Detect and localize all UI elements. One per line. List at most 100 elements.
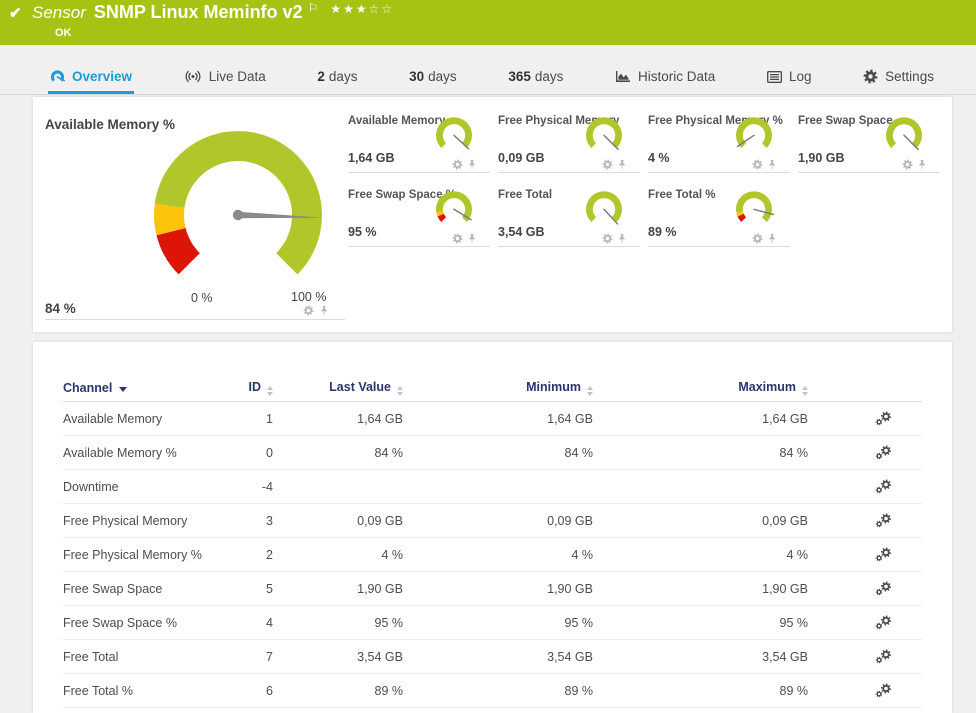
channel-last-value: 3,54 GB bbox=[357, 649, 403, 664]
gear-icon[interactable] bbox=[602, 233, 613, 244]
tab-log[interactable]: Log bbox=[765, 62, 814, 94]
channel-maximum: 1,90 GB bbox=[762, 581, 808, 596]
column-header-last[interactable]: Last Value bbox=[273, 380, 403, 396]
pin-icon[interactable] bbox=[767, 159, 777, 170]
column-header-max[interactable]: Maximum bbox=[593, 380, 808, 396]
channel-maximum: 1,64 GB bbox=[762, 411, 808, 426]
gear-icon[interactable] bbox=[752, 159, 763, 170]
channel-settings-icon[interactable] bbox=[875, 547, 892, 562]
channel-settings-icon[interactable] bbox=[875, 513, 892, 528]
channel-minimum: 89 % bbox=[564, 683, 594, 698]
tab-label: days bbox=[428, 69, 457, 84]
rating-stars[interactable]: ★★★☆☆ bbox=[330, 2, 394, 16]
pin-icon[interactable] bbox=[617, 159, 627, 170]
mini-gauge-free-physical-memory-pct bbox=[730, 112, 778, 162]
tab-overview[interactable]: Overview bbox=[48, 62, 135, 94]
mini-gauge-value: 3,54 GB bbox=[498, 225, 545, 239]
gear-icon[interactable] bbox=[902, 159, 913, 170]
channel-maximum: 3,54 GB bbox=[762, 649, 808, 664]
channel-settings-icon[interactable] bbox=[875, 445, 892, 460]
mini-gauge-value: 4 % bbox=[648, 151, 670, 165]
channel-maximum: 89 % bbox=[779, 683, 809, 698]
flag-icon[interactable]: ⚐ bbox=[308, 1, 319, 15]
column-header-name[interactable]: Channel bbox=[63, 381, 223, 395]
channel-last-value: 4 % bbox=[381, 547, 403, 562]
chart-icon bbox=[615, 70, 631, 83]
pin-icon[interactable] bbox=[917, 159, 927, 170]
gauge-min-label: 0 % bbox=[191, 291, 213, 305]
channel-id: 5 bbox=[266, 581, 273, 596]
gauge-max-label: 100 % bbox=[291, 290, 327, 304]
primary-gauge-card: Available Memory % 0 % 100 % 84 % bbox=[45, 109, 345, 320]
channel-minimum: 95 % bbox=[564, 615, 594, 630]
gear-icon[interactable] bbox=[452, 159, 463, 170]
channels-panel: Channel ID Last Value Minimum Maximum Availa… bbox=[33, 342, 952, 713]
pin-icon[interactable] bbox=[319, 305, 329, 316]
channel-name: Free Swap Space bbox=[63, 581, 163, 596]
channel-id: 7 bbox=[266, 649, 273, 664]
tab-label: Log bbox=[788, 69, 812, 84]
channel-last-value: 89 % bbox=[374, 683, 404, 698]
mini-gauge-value: 1,64 GB bbox=[348, 151, 395, 165]
channel-settings-icon[interactable] bbox=[875, 649, 892, 664]
gear-icon[interactable] bbox=[752, 233, 763, 244]
tab-number: 30 bbox=[409, 69, 425, 84]
object-kind-label: Sensor bbox=[32, 3, 86, 22]
pin-icon[interactable] bbox=[767, 233, 777, 244]
pin-icon[interactable] bbox=[467, 159, 477, 170]
tab-historic-data[interactable]: Historic Data bbox=[613, 62, 717, 94]
column-header-min[interactable]: Minimum bbox=[403, 380, 593, 396]
broadcast-icon bbox=[184, 70, 202, 83]
sort-desc-icon bbox=[119, 386, 128, 392]
sensor-status-header: ✔ Sensor SNMP Linux Meminfo v2 ⚐ ★★★☆☆ O… bbox=[0, 0, 976, 45]
primary-gauge-value: 84 % bbox=[45, 301, 76, 316]
column-label: Channel bbox=[63, 380, 113, 395]
tab-2-days[interactable]: 2 days bbox=[315, 62, 359, 94]
column-label: Last Value bbox=[329, 379, 391, 394]
channel-minimum: 4 % bbox=[571, 547, 593, 562]
status-badge: OK bbox=[55, 27, 72, 39]
mini-gauge-card-free-physical-memory: Free Physical Memory 0,09 GB bbox=[498, 109, 640, 173]
mini-gauge-card-available-memory: Available Memory 1,64 GB bbox=[348, 109, 490, 173]
channel-settings-icon[interactable] bbox=[875, 411, 892, 426]
tab-365-days[interactable]: 365 days bbox=[506, 62, 565, 94]
mini-gauge-card-free-swap-space: Free Swap Space 1,90 GB bbox=[798, 109, 940, 173]
gear-icon[interactable] bbox=[303, 305, 314, 316]
table-row: Free Swap Space % 4 95 % 95 % 95 % bbox=[63, 606, 922, 640]
mini-gauge-card-free-swap-space-pct: Free Swap Space % 95 % bbox=[348, 183, 490, 247]
pin-icon[interactable] bbox=[467, 233, 477, 244]
tab-30-days[interactable]: 30 days bbox=[407, 62, 459, 94]
tab-live-data[interactable]: Live Data bbox=[182, 62, 268, 94]
column-header-id[interactable]: ID bbox=[223, 380, 273, 396]
mini-gauge-value: 95 % bbox=[348, 225, 377, 239]
table-row: Free Swap Space 5 1,90 GB 1,90 GB 1,90 GB bbox=[63, 572, 922, 606]
channel-id: 1 bbox=[266, 411, 273, 426]
channel-name: Free Physical Memory bbox=[63, 513, 188, 528]
channel-settings-icon[interactable] bbox=[875, 479, 892, 494]
tab-number: 2 bbox=[317, 69, 325, 84]
table-row: Available Memory % 0 84 % 84 % 84 % bbox=[63, 436, 922, 470]
channel-name: Available Memory % bbox=[63, 445, 177, 460]
channel-minimum: 3,54 GB bbox=[547, 649, 593, 664]
mini-gauge-value: 89 % bbox=[648, 225, 677, 239]
mini-gauge-card-free-total: Free Total 3,54 GB bbox=[498, 183, 640, 247]
gear-icon[interactable] bbox=[452, 233, 463, 244]
channel-settings-icon[interactable] bbox=[875, 615, 892, 630]
pin-icon[interactable] bbox=[617, 233, 627, 244]
gear-icon bbox=[863, 69, 878, 84]
channel-last-value: 1,64 GB bbox=[357, 411, 403, 426]
tab-bar: Overview Live Data 2 days 30 days 365 days Histo… bbox=[0, 62, 976, 95]
tab-settings[interactable]: Settings bbox=[861, 62, 936, 94]
tab-label: Settings bbox=[885, 69, 934, 84]
tab-number: 365 bbox=[508, 69, 531, 84]
channel-settings-icon[interactable] bbox=[875, 683, 892, 698]
table-row: Available Memory 1 1,64 GB 1,64 GB 1,64 GB bbox=[63, 402, 922, 436]
mini-gauge-free-swap-space bbox=[880, 112, 928, 162]
tab-label: Historic Data bbox=[638, 69, 716, 84]
channel-settings-icon[interactable] bbox=[875, 581, 892, 596]
mini-gauge-card-free-total-pct: Free Total % 89 % bbox=[648, 183, 790, 247]
table-row: Free Physical Memory 3 0,09 GB 0,09 GB 0,09 … bbox=[63, 504, 922, 538]
channel-table-body: Available Memory 1 1,64 GB 1,64 GB 1,64 GB Av… bbox=[63, 402, 922, 708]
channel-maximum: 95 % bbox=[779, 615, 809, 630]
gear-icon[interactable] bbox=[602, 159, 613, 170]
